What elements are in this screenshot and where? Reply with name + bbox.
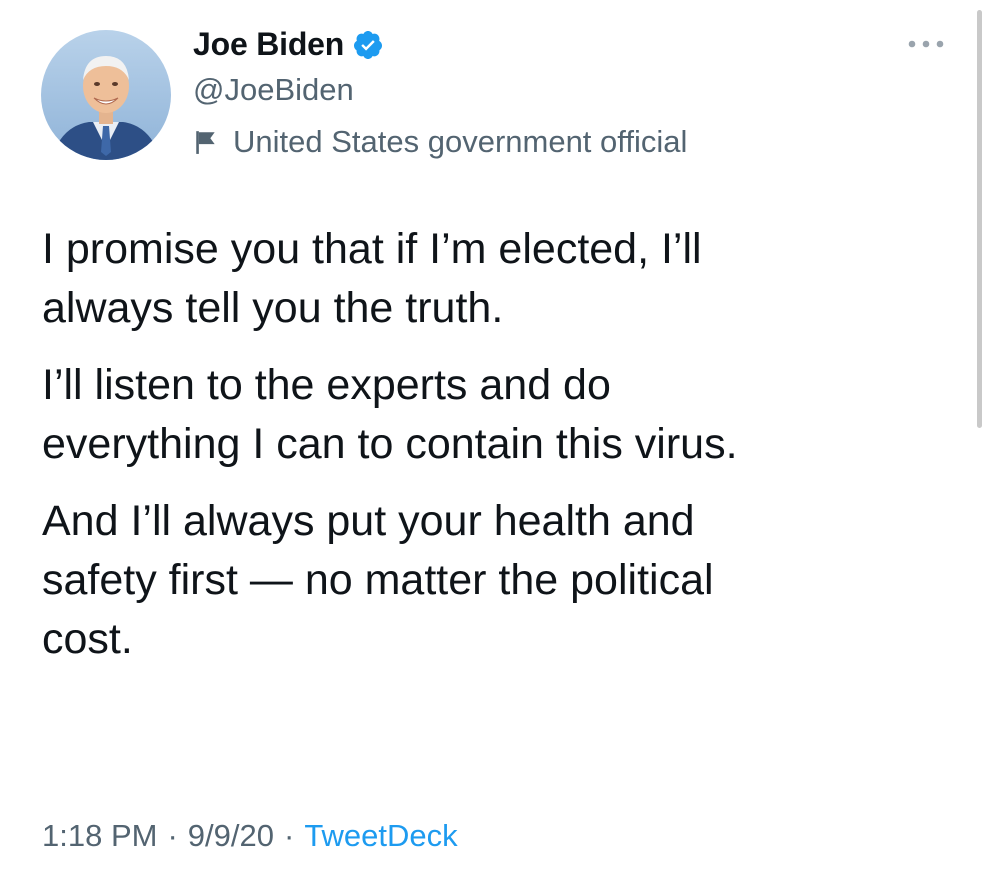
- tweet-line: I promise you that if I’m elected, I’ll: [42, 225, 702, 273]
- tweet-date[interactable]: 9/9/20: [188, 818, 274, 853]
- tweet-text: I promise you that if I’m elected, I’ll …: [42, 220, 942, 687]
- tweet-source-link[interactable]: TweetDeck: [304, 818, 457, 853]
- meta-separator: ·: [283, 818, 295, 853]
- verified-badge-icon: [352, 29, 384, 61]
- tweet-paragraph: I’ll listen to the experts and do everyt…: [42, 356, 942, 474]
- tweet-time[interactable]: 1:18 PM: [42, 818, 157, 853]
- meta-separator: ·: [167, 818, 178, 853]
- author-name-row: Joe Biden: [193, 26, 384, 63]
- avatar[interactable]: [41, 30, 171, 160]
- government-label-text: United States government official: [233, 124, 688, 159]
- avatar-image: [41, 30, 171, 160]
- flag-icon: [193, 129, 219, 155]
- scrollbar[interactable]: [977, 10, 982, 428]
- tweet-metadata: 1:18 PM · 9/9/20 · TweetDeck: [42, 818, 458, 854]
- more-options-icon[interactable]: [905, 34, 947, 54]
- tweet-line: everything I can to contain this virus.: [42, 420, 738, 468]
- tweet-line: I’ll listen to the experts and do: [42, 361, 611, 409]
- author-handle[interactable]: @JoeBiden: [193, 72, 354, 108]
- author-display-name[interactable]: Joe Biden: [193, 26, 344, 63]
- account-label: United States government official: [193, 124, 687, 160]
- tweet-paragraph: And I’ll always put your health and safe…: [42, 492, 942, 669]
- tweet-line: always tell you the truth.: [42, 284, 504, 332]
- tweet-card: Joe Biden @JoeBiden United States govern…: [0, 0, 991, 890]
- tweet-line: cost.: [42, 615, 133, 663]
- tweet-line: And I’ll always put your health and: [42, 497, 695, 545]
- tweet-line: safety first — no matter the political: [42, 556, 714, 604]
- tweet-paragraph: I promise you that if I’m elected, I’ll …: [42, 220, 942, 338]
